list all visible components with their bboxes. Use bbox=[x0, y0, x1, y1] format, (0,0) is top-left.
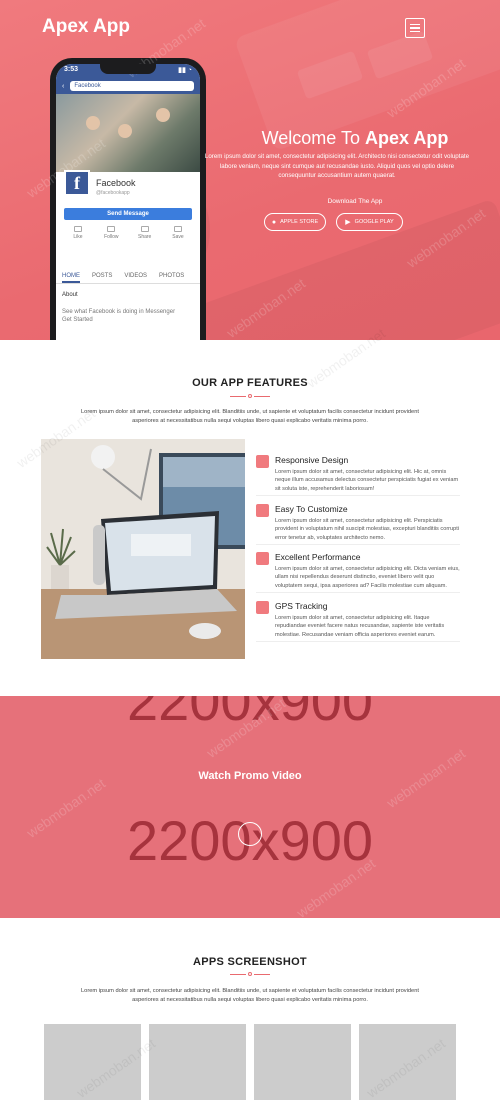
screenshots-divider bbox=[230, 972, 270, 978]
back-arrow-icon: ‹ bbox=[62, 82, 65, 90]
fb-handle: @facebookapp bbox=[96, 190, 130, 196]
features-description: Lorem ipsum dolor sit amet, consectetur … bbox=[81, 409, 419, 424]
google-play-button[interactable]: ▶ GOOGLE PLAY bbox=[336, 213, 403, 231]
feature-text: Lorem ipsum dolor sit amet, consectetur … bbox=[275, 518, 460, 541]
feature-title: Easy To Customize bbox=[275, 504, 348, 514]
feature-item: Easy To Customize Lorem ipsum dolor sit … bbox=[256, 504, 460, 546]
play-video-button[interactable] bbox=[238, 822, 262, 846]
save-icon bbox=[173, 226, 182, 232]
feature-text: Lorem ipsum dolor sit amet, consectetur … bbox=[275, 615, 445, 638]
phone-mockup: 3:53 ▮▮ ◔ ‹ Facebook f Facebook @faceboo… bbox=[50, 58, 206, 340]
placeholder-text-top: 2200x900 bbox=[126, 696, 373, 732]
features-title: OUR APP FEATURES bbox=[192, 377, 308, 389]
like-icon bbox=[74, 226, 82, 232]
follow-icon bbox=[107, 226, 116, 232]
promo-title: Watch Promo Video bbox=[198, 770, 302, 782]
feature-text: Lorem ipsum dolor sit amet, consectetur … bbox=[275, 566, 460, 589]
laptop-desk-illustration bbox=[41, 439, 245, 659]
fb-tab-photos: PHOTOS bbox=[159, 273, 185, 279]
features-image bbox=[41, 439, 245, 659]
fb-tab-posts: POSTS bbox=[92, 273, 113, 279]
signal-icon: ▮▮ ◔ bbox=[178, 67, 192, 74]
fb-action-share: Share bbox=[131, 226, 159, 240]
feature-item: Responsive Design Lorem ipsum dolor sit … bbox=[256, 455, 460, 497]
phone-time: 3:53 bbox=[64, 66, 79, 73]
fb-get-started: Get Started bbox=[62, 317, 93, 323]
feature-title: Excellent Performance bbox=[275, 552, 361, 562]
google-play-icon: ▶ bbox=[345, 219, 351, 226]
share-icon bbox=[140, 226, 149, 232]
customize-icon bbox=[256, 504, 269, 517]
screenshot-thumbnail[interactable] bbox=[359, 1024, 456, 1100]
screenshot-thumbnail[interactable] bbox=[149, 1024, 246, 1100]
fb-action-save: Save bbox=[164, 226, 192, 240]
feature-item: Excellent Performance Lorem ipsum dolor … bbox=[256, 552, 460, 594]
fb-about-heading: About bbox=[62, 292, 78, 298]
features-divider bbox=[230, 394, 270, 400]
screenshots-title: APPS SCREENSHOT bbox=[193, 956, 307, 968]
apple-icon: ● bbox=[271, 218, 277, 226]
feature-item: GPS Tracking Lorem ipsum dolor sit amet,… bbox=[256, 601, 460, 643]
screenshot-thumbnail[interactable] bbox=[254, 1024, 351, 1100]
hamburger-icon bbox=[410, 23, 420, 26]
screenshots-gallery bbox=[44, 1024, 456, 1100]
feature-title: Responsive Design bbox=[275, 455, 349, 465]
hero-section: Apex App 3:53 ▮▮ ◔ ‹ Facebook f Facebook… bbox=[0, 0, 500, 340]
fb-action-like: Like bbox=[64, 226, 92, 240]
performance-icon bbox=[256, 552, 269, 565]
fb-cover-photo bbox=[56, 94, 200, 172]
fb-top-bar: ‹ Facebook bbox=[56, 78, 200, 94]
hero-title: Welcome To Apex App bbox=[261, 128, 449, 148]
apple-store-button[interactable]: ● APPLE STORE bbox=[264, 213, 326, 231]
menu-toggle-button[interactable] bbox=[405, 18, 425, 38]
screenshot-thumbnail[interactable] bbox=[44, 1024, 141, 1100]
fb-tab-home: HOME bbox=[62, 270, 80, 283]
screenshots-description: Lorem ipsum dolor sit amet, consectetur … bbox=[81, 988, 419, 1003]
brand-logo[interactable]: Apex App bbox=[42, 16, 130, 38]
phone-screen: 3:53 ▮▮ ◔ ‹ Facebook f Facebook @faceboo… bbox=[56, 64, 200, 340]
download-label: Download The App bbox=[327, 198, 383, 205]
promo-video-section: 2200x900 Watch Promo Video 2200x900 bbox=[0, 696, 500, 918]
fb-page-name: Facebook bbox=[96, 178, 136, 188]
fb-action-follow: Follow bbox=[97, 226, 125, 240]
fb-send-message-button: Send Message bbox=[64, 208, 192, 220]
facebook-logo-icon: f bbox=[64, 170, 90, 196]
fb-tab-videos: VIDEOS bbox=[124, 273, 148, 279]
feature-title: GPS Tracking bbox=[275, 601, 328, 611]
feature-text: Lorem ipsum dolor sit amet, consectetur … bbox=[275, 469, 459, 492]
responsive-design-icon bbox=[256, 455, 269, 468]
hero-description: Lorem ipsum dolor sit amet, consectetur … bbox=[204, 153, 470, 179]
fb-search-field: Facebook bbox=[70, 81, 194, 91]
gps-icon bbox=[256, 601, 269, 614]
phone-notch bbox=[100, 64, 156, 74]
fb-tabs: HOME POSTS VIDEOS PHOTOS bbox=[56, 270, 200, 284]
fb-actions: Like Follow Share Save bbox=[64, 226, 192, 240]
fb-messenger-text: See what Facebook is doing in Messenger … bbox=[62, 309, 176, 323]
